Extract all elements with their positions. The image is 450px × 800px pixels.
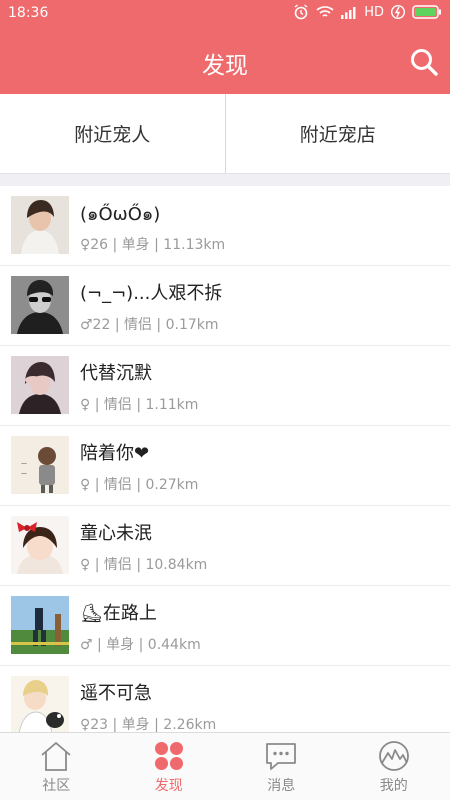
user-meta: ♀ | 情侣 | 0.27km (80, 477, 199, 493)
list-item[interactable]: ⛸在路上 ♂ | 单身 | 0.44km (0, 586, 450, 666)
nearby-user-list: (๑ŐωŐ๑) ♀26 | 单身 | 11.13km (¬_¬)...人艰不拆 … (0, 186, 450, 732)
category-tabs: 附近宠人 附近宠店 (0, 94, 450, 174)
page-title: 发现 (202, 53, 248, 79)
user-name: (¬_¬)...人艰不拆 (80, 283, 223, 304)
discover-circles-icon (154, 742, 183, 770)
avatar (11, 356, 69, 414)
user-meta: ♂ | 单身 | 0.44km (80, 637, 201, 653)
user-name: 童心未泯 (80, 523, 152, 544)
user-meta: ♀26 | 单身 | 11.13km (80, 237, 226, 253)
alarm-icon (294, 4, 308, 20)
signal-icon (341, 6, 356, 19)
charging-icon (391, 5, 405, 19)
user-name: ⛸在路上 (80, 603, 157, 624)
nav-label: 我的 (379, 778, 408, 794)
avatar (11, 516, 69, 574)
avatar (11, 196, 69, 254)
network-type: HD (364, 4, 384, 20)
status-icons: HD (293, 4, 442, 20)
battery-icon (412, 5, 441, 19)
avatar (11, 596, 69, 654)
status-bar: 18:36 HD (0, 0, 450, 26)
nav-label: 发现 (154, 778, 183, 794)
tab-nearby-pet-people[interactable]: 附近宠人 (0, 94, 225, 173)
list-item[interactable]: (¬_¬)...人艰不拆 ♂22 | 情侣 | 0.17km (0, 266, 450, 346)
list-item[interactable]: 代替沉默 ♀ | 情侣 | 1.11km (0, 346, 450, 426)
nav-messages[interactable]: 消息 (225, 733, 338, 800)
wifi-icon (316, 6, 334, 17)
svg-text:一: 一 (21, 471, 27, 478)
user-meta: ♀23 | 单身 | 2.26km (80, 717, 217, 732)
user-meta: ♀ | 情侣 | 10.84km (80, 557, 208, 573)
tab-nearby-pet-stores[interactable]: 附近宠店 (226, 94, 450, 173)
status-time: 18:36 (8, 5, 49, 21)
user-name: 代替沉默 (80, 363, 152, 384)
user-name: 陪着你❤ (80, 443, 150, 464)
nav-community[interactable]: 社区 (0, 733, 113, 800)
list-item[interactable]: 遥不可急 ♀23 | 单身 | 2.26km (0, 666, 450, 732)
user-meta: ♂22 | 情侣 | 0.17km (80, 317, 219, 333)
chat-bubble-icon (266, 743, 297, 770)
avatar (11, 676, 69, 732)
user-name: (๑ŐωŐ๑) (80, 204, 161, 225)
user-meta: ♀ | 情侣 | 1.11km (80, 397, 199, 413)
svg-text:一: 一 (21, 461, 27, 468)
nav-discover[interactable]: 发现 (113, 733, 226, 800)
user-name: 遥不可急 (80, 683, 152, 704)
nav-label: 社区 (42, 778, 71, 794)
house-icon (41, 741, 71, 771)
list-item[interactable]: 童心未泯 ♀ | 情侣 | 10.84km (0, 506, 450, 586)
search-button[interactable] (408, 46, 440, 78)
profile-icon (378, 741, 409, 771)
search-icon (411, 49, 438, 76)
nav-profile[interactable]: 我的 (338, 733, 450, 800)
avatar (11, 276, 69, 334)
app-header: 发现 (0, 26, 450, 94)
avatar: 一一 (11, 436, 69, 494)
list-item[interactable]: 一一 陪着你❤ ♀ | 情侣 | 0.27km (0, 426, 450, 506)
list-item[interactable]: (๑ŐωŐ๑) ♀26 | 单身 | 11.13km (0, 186, 450, 266)
bottom-navigation: 社区 发现 消息 我的 (0, 732, 450, 800)
nav-label: 消息 (267, 778, 296, 794)
